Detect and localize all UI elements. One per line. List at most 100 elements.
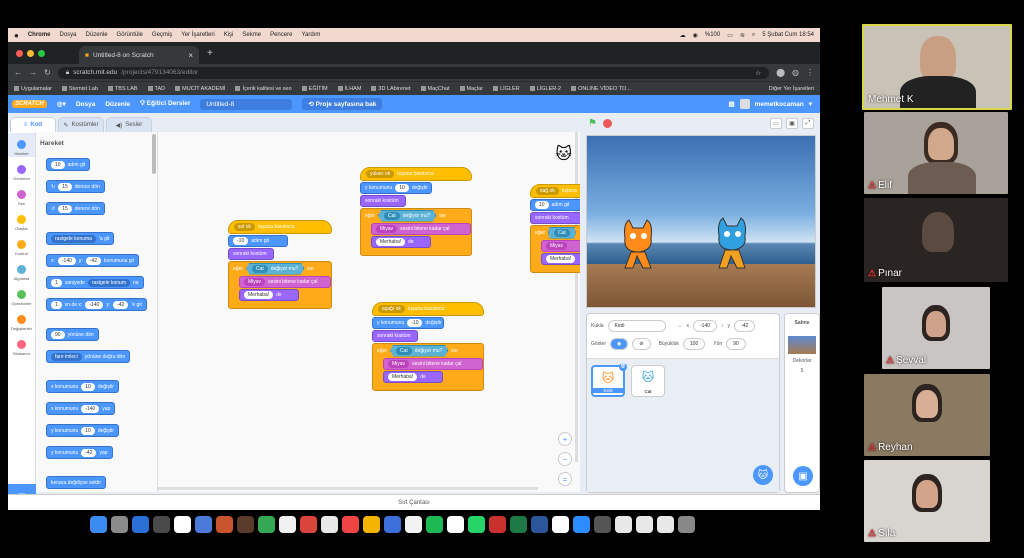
menu-bookmarks[interactable]: Yer İşaretleri <box>181 32 214 38</box>
stop-icon[interactable] <box>602 118 612 128</box>
dock-app-icon[interactable] <box>342 515 359 533</box>
zoom-in-icon[interactable]: + <box>558 432 572 446</box>
goto-x-value[interactable]: -140 <box>57 256 76 265</box>
touching-condition[interactable]: Cat değiyor mu? <box>378 209 437 222</box>
bookmark-item[interactable]: MaçChat <box>420 86 450 92</box>
ychange-value[interactable]: -10 <box>407 319 423 327</box>
dock-app-icon[interactable] <box>363 515 380 533</box>
play-sound-block[interactable]: Miyav sesini bitene kadar çal <box>383 358 483 370</box>
change-y-block[interactable]: y konumunu -10 değiştir <box>372 317 444 329</box>
forward-icon[interactable]: → <box>29 68 37 77</box>
sprite-dropdown[interactable]: Cat <box>396 346 412 355</box>
sprite-name-input[interactable]: Kedi <box>607 320 666 332</box>
dock-app-icon[interactable] <box>258 515 275 533</box>
dock-app-icon[interactable] <box>237 515 254 533</box>
back-icon[interactable]: ← <box>14 68 22 77</box>
next-costume-block[interactable]: sonraki kostüm <box>372 330 418 342</box>
set-y-value[interactable]: -42 <box>81 448 97 457</box>
category-2[interactable]: Görünüm <box>8 158 35 182</box>
code-horizontal-scrollbar[interactable] <box>158 487 538 490</box>
sprite-dropdown[interactable]: Cat <box>554 228 570 237</box>
sound-dropdown[interactable]: Miyav <box>546 242 568 250</box>
bookmark-item[interactable]: İLHAM <box>337 86 361 92</box>
add-sprite-icon[interactable]: 🐱︎ <box>753 465 773 485</box>
dock-app-icon[interactable] <box>405 515 422 533</box>
bookmark-item[interactable]: TBS LAB <box>107 86 138 92</box>
show-eye-icon[interactable]: ◉ <box>610 338 629 350</box>
dock-app-icon[interactable] <box>552 515 569 533</box>
dock-app-icon[interactable] <box>510 515 527 533</box>
dock-app-icon[interactable] <box>90 515 107 533</box>
backdrop-thumbnail[interactable] <box>788 336 816 354</box>
wifi-icon[interactable]: ≋ <box>740 32 745 39</box>
menu-file[interactable]: Dosya <box>60 32 77 38</box>
menu-view[interactable]: Görüntüle <box>117 32 143 38</box>
point-towards-dropdown[interactable]: fare imleci <box>51 352 82 361</box>
dock-app-icon[interactable] <box>132 515 149 533</box>
bookmark-item[interactable]: EĞİTİM <box>301 86 328 92</box>
search-icon[interactable]: ⌕ <box>752 32 755 39</box>
set-x-block[interactable]: x konumunu -140 yap <box>46 402 116 415</box>
dock-app-icon[interactable] <box>174 515 191 533</box>
zoom-reset-icon[interactable]: = <box>558 472 572 486</box>
category-6[interactable]: Algılama <box>8 258 35 282</box>
menu-edit[interactable]: Düzenle <box>86 32 108 38</box>
dock-app-icon[interactable] <box>279 515 296 533</box>
add-backdrop-icon[interactable]: ▣ <box>793 466 813 486</box>
category-1[interactable]: Hareket <box>8 133 35 157</box>
video-tile-5[interactable]: ⚠︎ Reyhan <box>864 374 990 456</box>
set-x-value[interactable]: -140 <box>81 404 100 413</box>
script-down-arrow[interactable]: aşağı ok tuşuna basılınca y konumunu -10 de… <box>372 302 484 391</box>
goto-y-value[interactable]: -42 <box>85 256 102 265</box>
set-y-block[interactable]: y konumunu -42 yap <box>46 446 113 459</box>
sprite-card-kedi[interactable]: 🐱︎ Kedi 🗑︎ <box>591 363 627 397</box>
next-costume-block[interactable]: sonraki kostüm <box>530 212 580 224</box>
bookmark-item[interactable]: Uygulamalar <box>14 86 52 92</box>
when-key-hat[interactable]: aşağı ok tuşuna basılınca <box>372 302 484 316</box>
dock-app-icon[interactable] <box>657 515 674 533</box>
globe-icon[interactable]: ◎▾ <box>57 100 66 108</box>
extension-icon[interactable]: ⬤ <box>776 68 785 77</box>
chevron-down-icon[interactable]: ▾ <box>809 100 812 108</box>
change-x-value[interactable]: 10 <box>81 382 95 391</box>
glide-y-value[interactable]: -42 <box>113 300 129 309</box>
sound-dropdown[interactable]: Miyav <box>376 225 398 233</box>
glide-xy-value[interactable]: 1 <box>51 300 62 309</box>
say-value[interactable]: Merhaba! <box>388 373 418 381</box>
maximize-window-button[interactable] <box>38 49 45 57</box>
other-bookmarks[interactable]: Diğer Yer İşaretleri <box>769 86 814 92</box>
move-value[interactable]: 10 <box>51 160 65 169</box>
menu-history[interactable]: Geçmiş <box>152 32 172 38</box>
backpack[interactable]: Sırt Çantası <box>8 494 820 510</box>
sound-dropdown[interactable]: Miyav <box>244 278 266 286</box>
sprite-dropdown[interactable]: Cat <box>252 264 268 273</box>
bookmark-item[interactable]: TAD <box>147 86 165 92</box>
if-block[interactable]: eğer Cat değiyor mu? ise Miyav sesini bitene… <box>372 343 484 391</box>
more-icon[interactable]: ⋮ <box>806 68 814 77</box>
say-value[interactable]: Merhaba! <box>546 255 576 263</box>
key-dropdown[interactable]: sağ ok <box>536 187 559 195</box>
delete-sprite-icon[interactable]: 🗑︎ <box>619 363 627 371</box>
scratch-logo[interactable]: SCRATCH <box>12 100 47 108</box>
say-value[interactable]: Merhaba! <box>376 238 406 246</box>
project-title-input[interactable]: Untitled-8 <box>200 98 293 110</box>
key-dropdown[interactable]: aşağı ok <box>378 305 405 313</box>
change-y-block[interactable]: y konumunu 10 değiştir <box>360 182 432 194</box>
touching-condition[interactable]: Cat <box>548 226 576 239</box>
menu-window[interactable]: Pencere <box>270 32 292 38</box>
ychange-value[interactable]: 10 <box>395 184 409 192</box>
browser-tab[interactable]: ■ Untitled-8 on Scratch × <box>79 46 199 64</box>
point-direction-block[interactable]: 90 yönüne dön <box>46 328 99 341</box>
dock-app-icon[interactable] <box>678 515 695 533</box>
menu-chrome[interactable]: Chrome <box>28 32 51 38</box>
move-block[interactable]: 10 adım git <box>46 158 91 171</box>
goto-block[interactable]: rastgele konuma'a git <box>46 232 115 245</box>
user-avatar[interactable] <box>739 99 750 109</box>
palette-scrollbar[interactable] <box>152 134 156 174</box>
glide-value[interactable]: 1 <box>51 278 62 287</box>
glide-dropdown[interactable]: rastgele konum <box>87 278 130 287</box>
dock-app-icon[interactable] <box>573 515 590 533</box>
if-block[interactable]: eğer Cat Miyav Merhaba! <box>530 225 580 273</box>
dock-app-icon[interactable] <box>300 515 317 533</box>
dock-app-icon[interactable] <box>111 515 128 533</box>
